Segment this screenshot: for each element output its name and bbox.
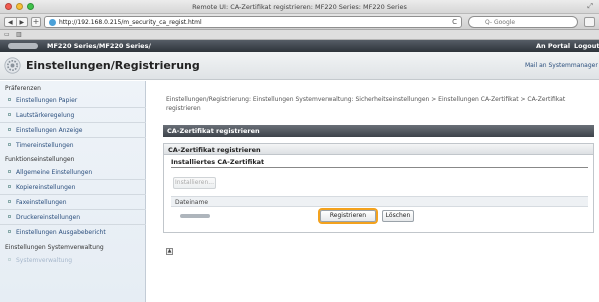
book-icon[interactable]: ▥ xyxy=(16,31,22,38)
sidebar-item-allgemeine-einstellungen[interactable]: Allgemeine Einstellungen xyxy=(8,169,92,176)
sidebar-item-einstellungen-anzeige[interactable]: Einstellungen Anzeige xyxy=(8,127,83,134)
file-table-header: Dateiname xyxy=(171,196,588,207)
sidebar-item-label: Lautstärkeregelung xyxy=(16,112,75,119)
sidebar-item-lautstaerkeregelung[interactable]: Lautstärkeregelung xyxy=(8,112,74,119)
sidebar-item-label: Faxeinstellungen xyxy=(16,199,67,206)
forward-button[interactable]: ▶ xyxy=(15,18,28,26)
filename-redacted xyxy=(180,214,210,218)
bullet-icon xyxy=(8,258,11,261)
search-bar[interactable] xyxy=(468,16,578,28)
sidebar-item-druckereinstellungen[interactable]: Druckereinstellungen xyxy=(8,214,80,221)
sidebar-item-einstellungen-ausgabebericht[interactable]: Einstellungen Ausgabebericht xyxy=(8,229,106,236)
brand-logo xyxy=(8,43,38,49)
sidebar-item-kopiereinstellungen[interactable]: Kopiereinstellungen xyxy=(8,184,75,191)
divider xyxy=(0,209,146,210)
settings-gear-icon xyxy=(4,57,21,74)
divider xyxy=(0,107,146,108)
bullet-icon xyxy=(8,185,11,188)
page-title: Einstellungen/Registrierung xyxy=(26,59,200,72)
back-button[interactable]: ◀ xyxy=(5,18,16,26)
new-tab-button[interactable]: + xyxy=(31,17,41,27)
bullet-icon xyxy=(8,143,11,146)
grid-icon[interactable]: ▭ xyxy=(4,31,10,38)
bullet-icon xyxy=(8,215,11,218)
url-text[interactable]: http://192.168.0.215/m_security_ca_regis… xyxy=(59,19,202,26)
sidebar-item-label: Timereinstellungen xyxy=(16,142,74,149)
mail-admin-link[interactable]: Mail an Systemmanager xyxy=(525,62,598,69)
sidebar-item-einstellungen-papier[interactable]: Einstellungen Papier xyxy=(8,97,77,104)
nav-buttons: ◀ ▶ xyxy=(4,17,28,27)
sidebar-item-label: Einstellungen Anzeige xyxy=(16,127,83,134)
address-bar[interactable]: http://192.168.0.215/m_security_ca_regis… xyxy=(44,16,462,28)
column-header-filename: Dateiname xyxy=(175,199,209,206)
search-input[interactable] xyxy=(485,18,573,27)
panel-title: CA-Zertifikat registrieren xyxy=(164,144,593,155)
toolbar-extra-button[interactable] xyxy=(584,17,595,27)
portal-link[interactable]: An Portal xyxy=(536,42,570,50)
bullet-icon xyxy=(8,230,11,233)
installed-cert-heading: Installiertes CA-Zertifikat xyxy=(171,158,265,166)
bullet-icon xyxy=(8,98,11,101)
divider xyxy=(0,194,146,195)
install-button[interactable]: Installieren... xyxy=(173,177,216,189)
logout-link[interactable]: Logout xyxy=(574,42,599,50)
register-panel: CA-Zertifikat registrieren Installiertes… xyxy=(163,143,594,233)
device-breadcrumb: MF220 Series/MF220 Series/ xyxy=(47,42,151,50)
bullet-icon xyxy=(8,113,11,116)
bookmarks-bar: ▭ ▥ xyxy=(0,30,599,40)
sidebar-item-faxeinstellungen[interactable]: Faxeinstellungen xyxy=(8,199,67,206)
bullet-icon xyxy=(8,128,11,131)
section-heading: CA-Zertifikat registrieren xyxy=(163,125,594,137)
sidebar-item-timereinstellungen[interactable]: Timereinstellungen xyxy=(8,142,74,149)
sidebar-section-funktionseinstellungen: Funktionseinstellungen xyxy=(5,156,75,163)
sidebar: Präferenzen Einstellungen Papier Lautstä… xyxy=(0,81,146,302)
sidebar-item-label: Kopiereinstellungen xyxy=(16,184,76,191)
bullet-icon xyxy=(8,200,11,203)
sidebar-item-label: Systemverwaltung xyxy=(16,257,73,264)
sidebar-item-label: Druckereinstellungen xyxy=(16,214,81,221)
register-button[interactable]: Registrieren xyxy=(320,210,376,222)
sidebar-section-systemverwaltung: Einstellungen Systemverwaltung xyxy=(5,244,104,251)
divider xyxy=(171,167,588,168)
fullscreen-icon[interactable]: ⤢ xyxy=(587,2,593,11)
divider xyxy=(0,137,146,138)
divider xyxy=(0,122,146,123)
site-favicon-icon xyxy=(49,19,56,26)
sidebar-section-praeferenzen: Präferenzen xyxy=(5,85,41,92)
sidebar-item-label: Einstellungen Papier xyxy=(16,97,78,104)
divider xyxy=(0,179,146,180)
bullet-icon xyxy=(8,170,11,173)
divider xyxy=(0,224,146,225)
sidebar-item-label: Einstellungen Ausgabebericht xyxy=(16,229,106,236)
scroll-top-icon[interactable]: ▲ xyxy=(166,248,173,255)
window-titlebar: Remote UI: CA-Zertifikat registrieren: M… xyxy=(0,0,599,14)
breadcrumb: Einstellungen/Registrierung: Einstellung… xyxy=(166,96,566,112)
sidebar-item-systemverwaltung[interactable]: Systemverwaltung xyxy=(8,257,72,264)
page-header: Einstellungen/Registrierung Mail an Syst… xyxy=(0,52,599,80)
window-title: Remote UI: CA-Zertifikat registrieren: M… xyxy=(192,3,407,11)
browser-toolbar: ◀ ▶ + http://192.168.0.215/m_security_ca… xyxy=(0,14,599,30)
sidebar-item-label: Allgemeine Einstellungen xyxy=(16,169,93,176)
reload-icon[interactable]: C xyxy=(452,18,457,26)
delete-button[interactable]: Löschen xyxy=(382,210,414,222)
site-header: MF220 Series/MF220 Series/ An Portal Log… xyxy=(0,40,599,52)
